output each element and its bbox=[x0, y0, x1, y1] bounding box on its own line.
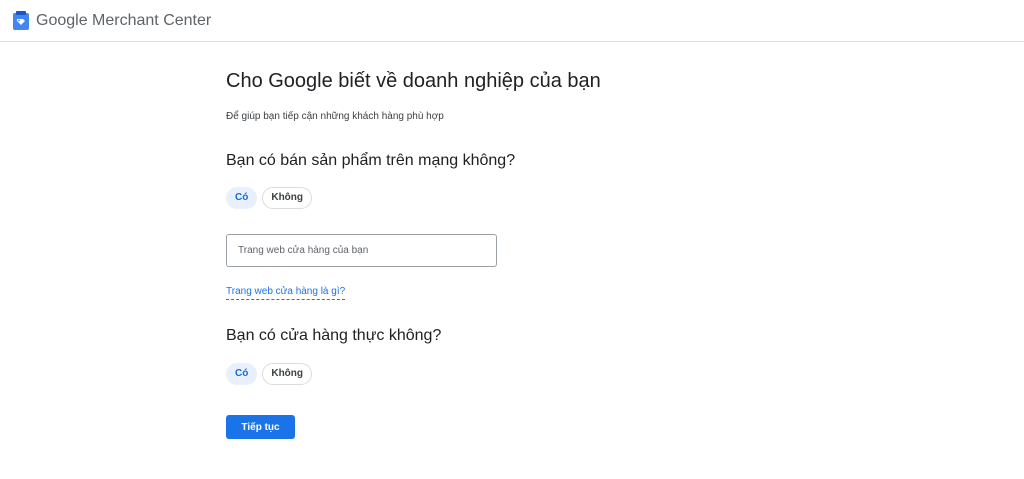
brand-label: Google bbox=[36, 12, 88, 29]
online-yes-chip[interactable]: Có bbox=[226, 187, 258, 209]
online-no-chip[interactable]: Không bbox=[262, 187, 312, 209]
product-label: Merchant Center bbox=[92, 12, 212, 29]
continue-button[interactable]: Tiếp tục bbox=[226, 415, 295, 439]
physical-store-question: Bạn có cửa hàng thực không? bbox=[226, 327, 442, 344]
online-sales-question: Bạn có bán sản phẩm trên mạng không? bbox=[226, 152, 516, 169]
product-name[interactable]: Google Merchant Center bbox=[36, 11, 211, 31]
merchant-center-logo-icon[interactable] bbox=[12, 11, 30, 31]
page-subtitle: Để giúp bạn tiếp cận những khách hàng ph… bbox=[226, 111, 444, 122]
physical-yes-chip[interactable]: Có bbox=[226, 363, 258, 385]
page-title: Cho Google biết về doanh nghiệp của bạn bbox=[226, 70, 601, 92]
top-app-bar: Google Merchant Center bbox=[0, 0, 1024, 42]
store-website-input[interactable] bbox=[226, 234, 497, 267]
physical-no-chip[interactable]: Không bbox=[262, 363, 312, 385]
physical-store-options: Có Không bbox=[226, 363, 312, 385]
online-sales-options: Có Không bbox=[226, 187, 312, 209]
store-website-help-link[interactable]: Trang web cửa hàng là gì? bbox=[226, 285, 346, 300]
